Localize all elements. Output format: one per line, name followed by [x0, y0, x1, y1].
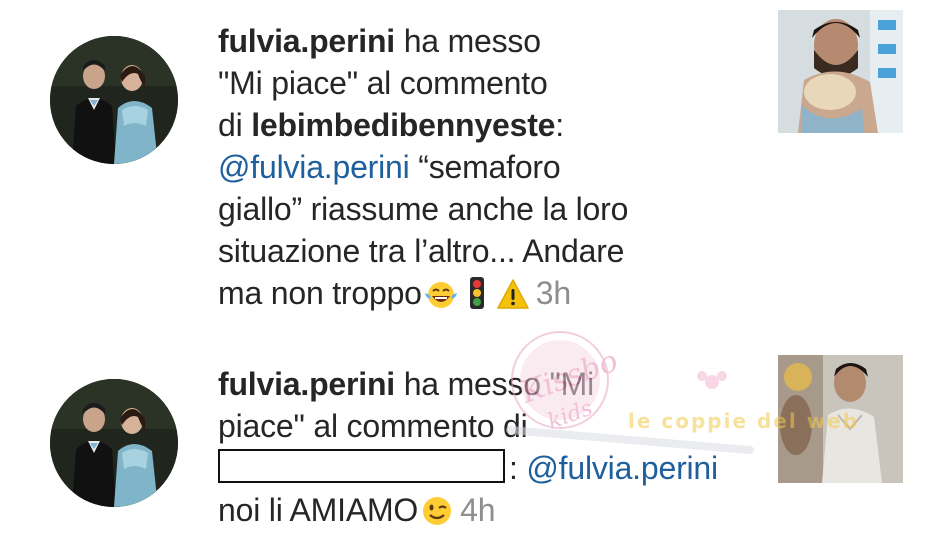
thumbnail-photo	[778, 355, 903, 483]
notification-text: fulvia.perini ha messo "Mi piace" al com…	[218, 363, 763, 537]
notification-text-part: ha messo	[395, 23, 541, 59]
notification-text: fulvia.perini ha messo "Mi piace" al com…	[218, 20, 763, 320]
avatar[interactable]	[50, 379, 178, 507]
thumbnail-photo	[778, 10, 903, 133]
traffic-light-icon	[460, 276, 494, 320]
notification-text-part: "Mi piace" al commento	[218, 65, 548, 101]
timestamp: 4h	[460, 492, 496, 528]
post-thumbnail[interactable]	[778, 10, 903, 133]
username-link[interactable]: fulvia.perini	[218, 366, 395, 402]
username-link[interactable]: fulvia.perini	[218, 23, 395, 59]
comment-text: giallo” riassume anche la loro	[218, 191, 629, 227]
mention-link[interactable]: @fulvia.perini	[526, 450, 718, 486]
avatar[interactable]	[50, 36, 178, 164]
notification-text-part: :	[509, 450, 527, 486]
comment-text: “semaforo	[409, 149, 561, 185]
post-thumbnail[interactable]	[778, 355, 903, 483]
notification-item[interactable]: fulvia.perini ha messo "Mi piace" al com…	[0, 10, 945, 320]
comment-text: situazione tra l’altro... Andare	[218, 233, 625, 269]
comment-text: noi li AMIAMO	[218, 492, 419, 528]
comment-text: ma non troppo	[218, 275, 422, 311]
notification-text-part: piace" al commento di	[218, 408, 528, 444]
redacted-username	[218, 449, 505, 483]
notification-text-part: ha messo "Mi	[395, 366, 595, 402]
winking-face-icon	[420, 495, 454, 537]
activity-feed: fulvia.perini ha messo "Mi piace" al com…	[0, 0, 945, 560]
comment-author-link[interactable]: lebimbedibennyeste	[251, 107, 555, 143]
laughing-tears-icon	[424, 278, 458, 320]
notification-text-part: di	[218, 107, 252, 143]
mention-link[interactable]: @fulvia.perini	[218, 149, 410, 185]
timestamp: 3h	[535, 275, 571, 311]
avatar-photo	[50, 36, 178, 164]
notification-item[interactable]: fulvia.perini ha messo "Mi piace" al com…	[0, 355, 945, 555]
avatar-photo	[50, 379, 178, 507]
notification-text-part: :	[555, 107, 564, 143]
warning-icon	[496, 278, 530, 320]
